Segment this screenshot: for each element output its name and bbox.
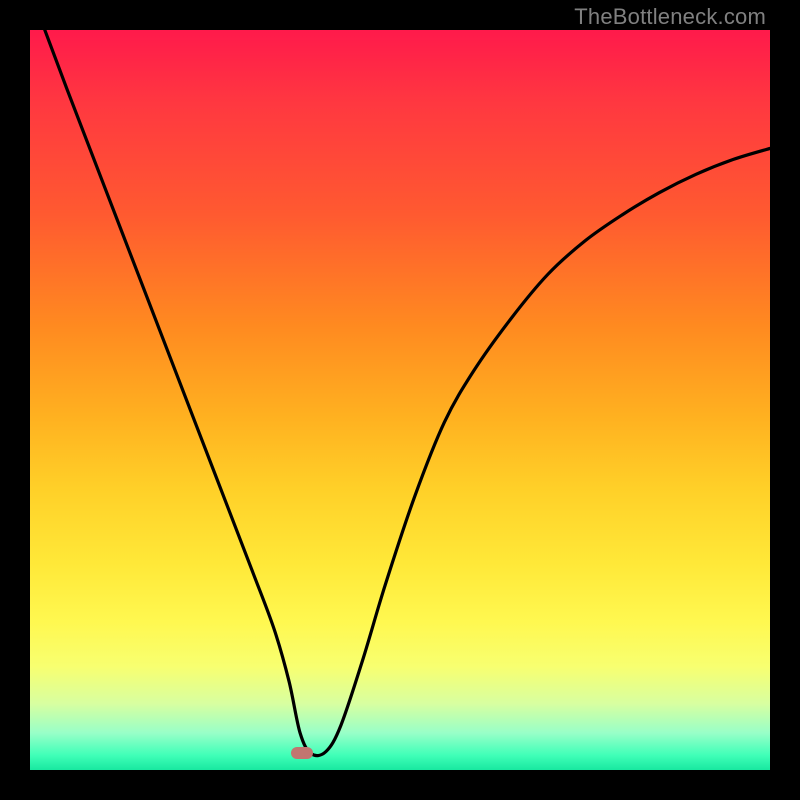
bottleneck-curve [45,30,770,756]
curve-svg [30,30,770,770]
minimum-marker [291,747,313,759]
watermark-text: TheBottleneck.com [574,4,766,30]
chart-frame: TheBottleneck.com [0,0,800,800]
plot-area [30,30,770,770]
